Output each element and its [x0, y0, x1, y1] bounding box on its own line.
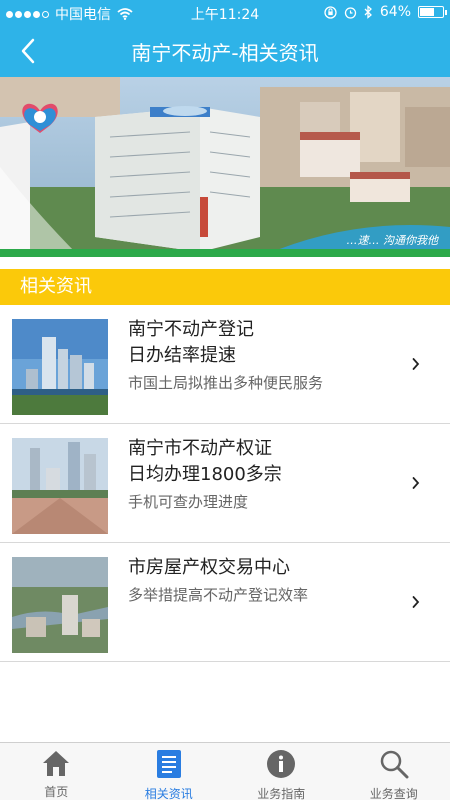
tab-label: 业务查询 [369, 787, 418, 800]
tab-news[interactable]: 相关资讯 [113, 743, 226, 800]
banner-image: …速… 沟通你我他 [0, 77, 450, 257]
news-title-line: 市房屋产权交易中心 [128, 557, 290, 578]
tab-query[interactable]: 业务查询 [338, 743, 450, 800]
news-title-line: 日均办理1800多宗 [128, 464, 282, 485]
news-item[interactable]: 市房屋产权交易中心 多举措提高不动产登记效率 [0, 543, 450, 662]
news-title-line: 南宁不动产登记 [128, 319, 254, 340]
banner-photo [0, 77, 450, 257]
news-thumbnail [12, 557, 108, 653]
news-title-line: 南宁市不动产权证 [128, 438, 272, 459]
status-bar: 中国电信 上午11:24 64% [0, 0, 450, 25]
tab-guide[interactable]: 业务指南 [225, 743, 338, 800]
chevron-right-icon [412, 477, 420, 489]
news-subtitle: 手机可查办理进度 [128, 493, 249, 511]
chevron-right-icon [412, 358, 420, 370]
news-item[interactable]: 南宁不动产登记 日办结率提速 市国土局拟推出多种便民服务 [0, 305, 450, 424]
news-title-line: 日办结率提速 [128, 345, 236, 366]
battery-icon [418, 6, 447, 18]
news-list-icon [153, 749, 185, 779]
news-subtitle: 市国土局拟推出多种便民服务 [128, 374, 324, 392]
chevron-right-icon [412, 596, 420, 608]
tab-label: 相关资讯 [144, 787, 193, 800]
news-thumbnail [12, 319, 108, 415]
battery-percent: 64% [379, 4, 411, 20]
page-title: 南宁不动产-相关资讯 [131, 41, 319, 65]
home-icon [40, 749, 72, 777]
news-list: 南宁不动产登记 日办结率提速 市国土局拟推出多种便民服务 南宁市不动产权证 日均… [0, 305, 450, 662]
news-subtitle: 多举措提高不动产登记效率 [128, 586, 309, 604]
news-item[interactable]: 南宁市不动产权证 日均办理1800多宗 手机可查办理进度 [0, 424, 450, 543]
alarm-icon [344, 6, 357, 19]
bluetooth-icon [364, 5, 372, 19]
nav-bar: 南宁不动产-相关资讯 [0, 25, 450, 77]
banner-caption: …速… 沟通你我他 [346, 234, 439, 247]
section-header: 相关资讯 [0, 269, 450, 305]
tab-home[interactable]: 首页 [0, 743, 113, 800]
rotation-lock-icon [324, 5, 337, 19]
info-icon [265, 749, 297, 779]
news-thumbnail [12, 438, 108, 534]
search-icon [378, 749, 410, 779]
tab-label: 首页 [44, 785, 69, 799]
tab-bar: 首页 相关资讯 业务指南 业务查询 [0, 742, 450, 800]
tab-label: 业务指南 [257, 787, 306, 800]
